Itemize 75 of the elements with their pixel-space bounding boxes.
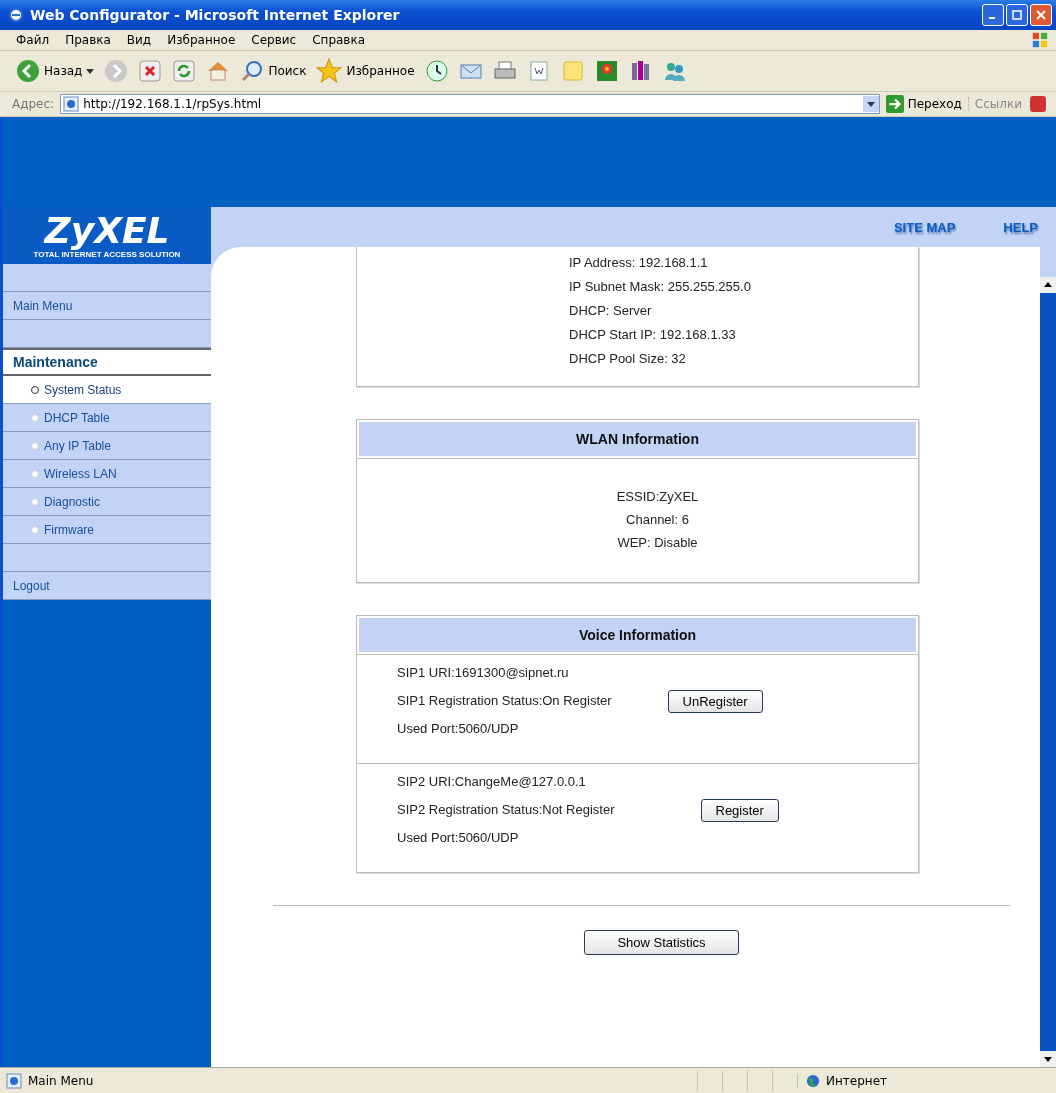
- info-text: DHCP Pool Size: 32: [569, 350, 687, 368]
- sidebar-item[interactable]: DHCP Table: [3, 404, 211, 432]
- register-button[interactable]: UnRegister: [667, 689, 763, 713]
- maximize-button[interactable]: [1006, 4, 1028, 26]
- bullet-icon: [31, 469, 39, 478]
- menu-item[interactable]: Файл: [16, 33, 50, 47]
- info-text: WEP: Disable: [617, 534, 698, 552]
- dropdown-caret-icon[interactable]: [86, 68, 95, 74]
- bullet-icon: [31, 497, 39, 506]
- favorites-button[interactable]: Избранное: [316, 58, 415, 84]
- info-text: Used Port:5060/UDP: [397, 720, 520, 738]
- sidebar-item[interactable]: Wireless LAN: [3, 460, 211, 488]
- window-title: Web Configurator - Microsoft Internet Explorer: [30, 7, 401, 23]
- bullet-icon: [31, 441, 39, 450]
- history-icon[interactable]: [424, 59, 449, 83]
- sidebar-link[interactable]: Main Menu: [3, 292, 211, 320]
- stop-icon[interactable]: [138, 59, 163, 83]
- refresh-icon[interactable]: [172, 59, 197, 83]
- minimize-icon: [989, 17, 995, 19]
- header-link[interactable]: HELP: [1003, 219, 1038, 235]
- info-text: SIP1 URI:1691300@sipnet.ru: [397, 664, 570, 682]
- globe-icon: [806, 1073, 820, 1088]
- register-button[interactable]: Register: [700, 798, 779, 822]
- menu-item[interactable]: Справка: [312, 33, 366, 47]
- address-field[interactable]: http://192.168.1.1/rpSys.html: [60, 94, 880, 114]
- scroll-up-icon[interactable]: [1040, 277, 1056, 293]
- info-text: SIP1 Registration Status:On Register: [397, 692, 612, 710]
- sidebar-item[interactable]: Firmware: [3, 516, 211, 544]
- scroll-down-icon[interactable]: [1040, 1051, 1056, 1067]
- info-text: DHCP: Server: [569, 302, 653, 320]
- info-text: Used Port:5060/UDP: [397, 829, 520, 847]
- info-text: ESSID:ZyXEL: [616, 488, 699, 506]
- go-arrow-icon: [885, 95, 904, 113]
- menu-item[interactable]: Избранное: [167, 33, 236, 47]
- close-button[interactable]: [1030, 4, 1052, 26]
- info-text: SIP2 URI:ChangeMe@127.0.0.1: [397, 773, 587, 791]
- info-text: SIP2 Registration Status:Not Register: [397, 801, 615, 819]
- status-text: Main Menu: [28, 1073, 94, 1088]
- page-icon: [63, 96, 80, 112]
- maximize-icon: [1012, 10, 1022, 20]
- zone-text: Интернет: [826, 1073, 888, 1088]
- sidebar-link[interactable]: Logout: [3, 572, 211, 600]
- info-text: IP Address: 192.168.1.1: [569, 254, 709, 272]
- windows-logo-icon: [1030, 31, 1050, 49]
- scrollbar[interactable]: [1040, 277, 1056, 1067]
- panel-title: Voice Information: [357, 616, 918, 654]
- info-text: Channel: 6: [626, 511, 689, 529]
- info-text: IP Subnet Mask: 255.255.255.0: [569, 278, 752, 296]
- dropdown-caret-icon[interactable]: [862, 96, 879, 112]
- flower-icon[interactable]: [594, 59, 619, 83]
- menu-item[interactable]: Правка: [65, 33, 111, 47]
- sidebar-section-title: Maintenance: [3, 348, 211, 376]
- bullet-icon: [31, 525, 39, 534]
- menu-item[interactable]: Вид: [126, 33, 152, 47]
- info-text: DHCP Start IP: 192.168.1.33: [569, 326, 737, 344]
- bullet-icon: [31, 413, 39, 422]
- page-icon: [6, 1072, 22, 1089]
- sidebar-item[interactable]: Any IP Table: [3, 432, 211, 460]
- browser-icon: [8, 7, 24, 23]
- panel-title: WLAN Information: [357, 420, 918, 458]
- star-icon: [316, 58, 343, 84]
- search-button[interactable]: Поиск: [240, 59, 307, 83]
- go-button[interactable]: Переход: [885, 95, 962, 113]
- bullet-icon: [31, 385, 39, 394]
- menu-item[interactable]: Сервис: [251, 33, 297, 47]
- sidebar-item[interactable]: System Status: [3, 376, 211, 404]
- show-statistics-button[interactable]: Show Statistics: [584, 930, 739, 955]
- logo: ZyXEL TOTAL INTERNET ACCESS SOLUTION: [3, 207, 211, 264]
- minimize-button[interactable]: [982, 4, 1004, 26]
- address-label: Адрес:: [12, 97, 55, 111]
- header-link[interactable]: SITE MAP: [893, 219, 956, 235]
- search-icon: [240, 59, 265, 83]
- sidebar-item[interactable]: Diagnostic: [3, 488, 211, 516]
- close-icon: [1036, 10, 1046, 20]
- back-button[interactable]: Назад: [16, 59, 83, 83]
